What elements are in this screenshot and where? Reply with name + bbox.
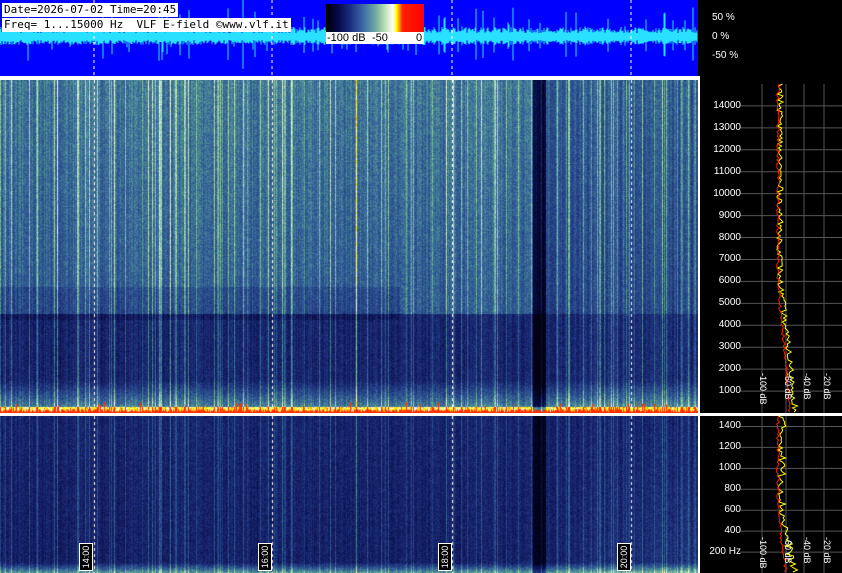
db-tick: -100 dB [758, 373, 768, 405]
time-label-text: 14:00 [81, 545, 91, 569]
spectrogram-low [0, 416, 698, 573]
freq-tick-main: 12000 [713, 143, 741, 155]
freq-tick-low: 800 [724, 483, 741, 495]
time-label-text: 18:00 [440, 545, 450, 569]
time-label-text: 16:00 [260, 545, 270, 569]
colorbar-gradient [326, 4, 424, 32]
freq-tick-low: 600 [724, 504, 741, 516]
freq-tick-main: 3000 [718, 341, 741, 353]
freq-tick-main: 11000 [713, 165, 741, 177]
info-box: Date=2026-07-02 Time=20:45 Freq= 1...150… [2, 3, 322, 33]
freq-tick-main: 2000 [718, 363, 741, 375]
colorbar-label-max: 0 [416, 32, 423, 44]
db-tick: -20 dB [822, 373, 832, 400]
wave-scale-50: 50 % [712, 12, 735, 23]
wave-scale-0: 0 % [712, 31, 730, 42]
date-time-line: Date=2026-07-02 Time=20:45 [2, 3, 179, 17]
colorbar: -100 dB -50 0 [326, 4, 424, 44]
time-label-18: 18:00 [438, 543, 452, 571]
freq-tick-main: 14000 [713, 99, 741, 111]
freq-tick-low: 1200 [718, 441, 741, 453]
db-tick: -40 dB [802, 537, 812, 564]
time-label-20: 20:00 [617, 543, 631, 571]
spectrum-trace-red-main [775, 83, 791, 413]
freq-tick-main: 9000 [718, 209, 741, 221]
freq-tick-main: 1000 [718, 385, 741, 397]
spectrum-trace-yellow-main [775, 83, 799, 413]
db-tick: -20 dB [822, 537, 832, 564]
freq-tick-main: 5000 [718, 297, 741, 309]
freq-tick-main: 8000 [718, 231, 741, 243]
wave-scale-minus50: -50 % [712, 50, 739, 61]
db-tick: -40 dB [802, 373, 812, 400]
db-tick: -60 dB [783, 537, 793, 564]
freq-tick-low: 1400 [718, 420, 741, 432]
freq-tick-main: 13000 [713, 121, 741, 133]
colorbar-label-min: -100 dB [327, 32, 366, 44]
vlf-spectrogram-display: Date=2026-07-02 Time=20:45 Freq= 1...150… [0, 0, 842, 573]
freq-tick-main: 7000 [718, 253, 741, 265]
spectrogram-main [0, 80, 698, 413]
freq-tick-low: 1000 [718, 462, 741, 474]
time-label-text: 20:00 [619, 545, 629, 569]
frequency-line: Freq= 1...15000 Hz VLF E-field ©www.vlf.… [2, 18, 291, 32]
db-tick: -60 dB [783, 373, 793, 400]
freq-tick-low: 400 [724, 525, 741, 537]
time-label-14: 14:00 [79, 543, 93, 571]
freq-tick-main: 4000 [718, 319, 741, 331]
time-label-16: 16:00 [258, 543, 272, 571]
colorbar-label-mid: -50 [372, 32, 388, 44]
freq-tick-main: 6000 [718, 275, 741, 287]
freq-tick-main: 10000 [713, 187, 741, 199]
freq-tick-low: 200 Hz [709, 546, 741, 558]
db-tick: -100 dB [758, 537, 768, 569]
